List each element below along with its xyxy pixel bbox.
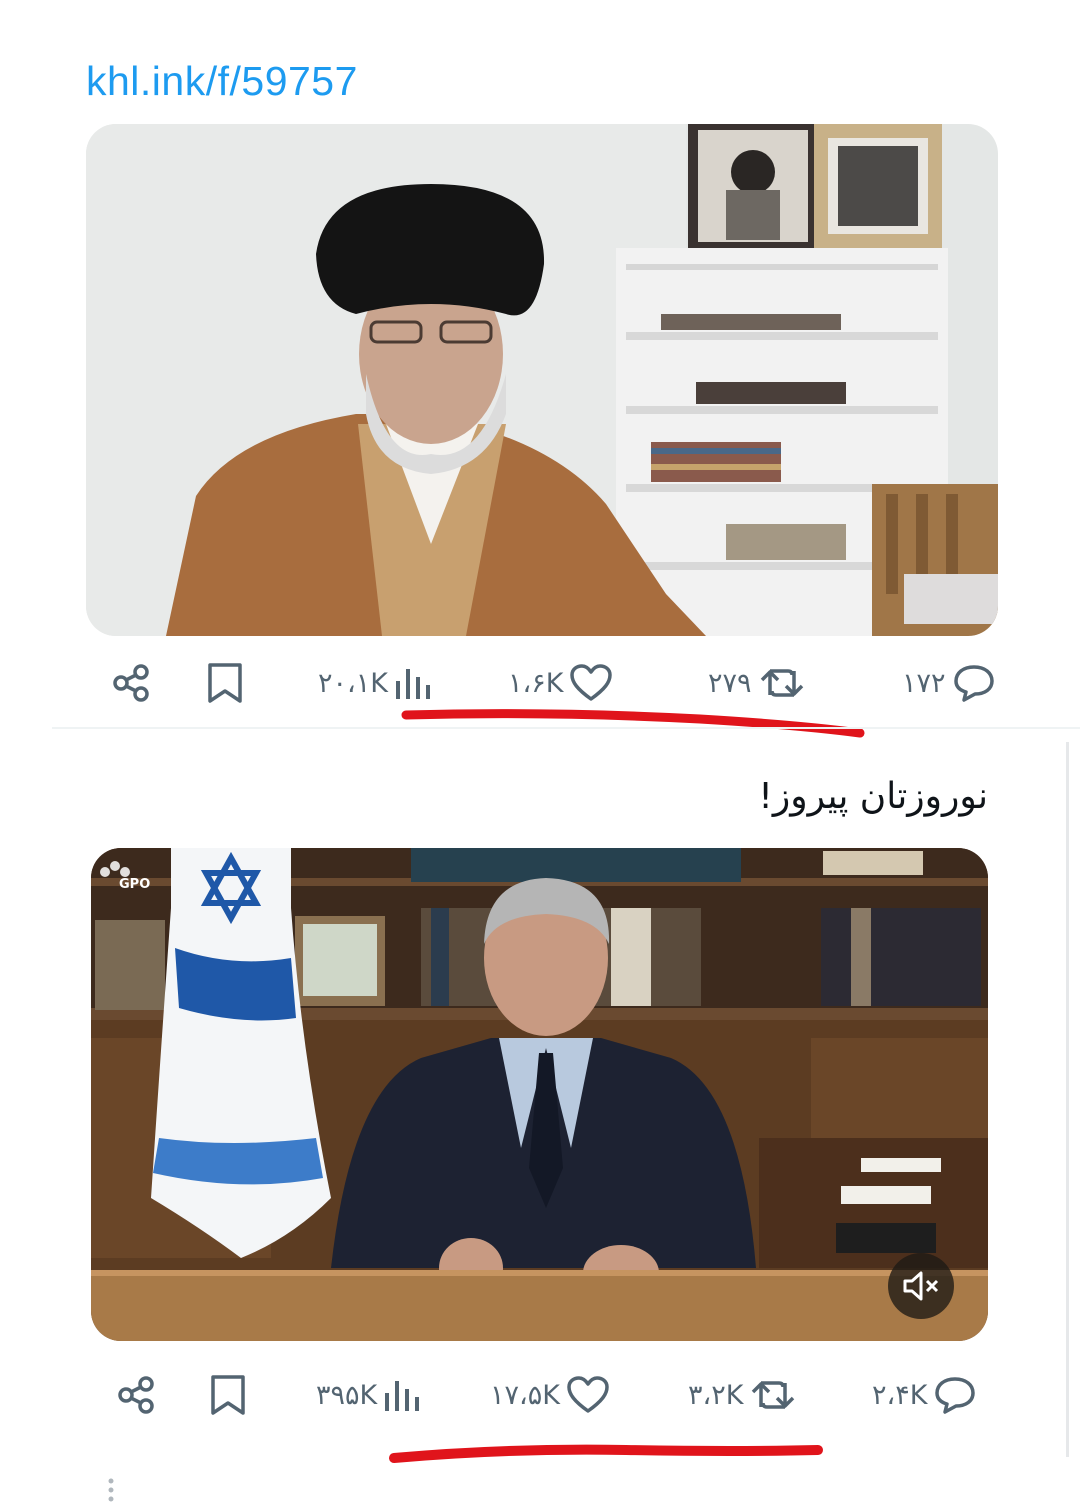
- tweet1-action-bar: ۲۰،۱K ۱،۶K ۲۷۹ ۱۷۲: [0, 658, 1080, 708]
- reply-bubble-icon: [953, 665, 994, 702]
- tweet1-reply-button[interactable]: ۱۷۲: [902, 658, 996, 708]
- tweet1-share-button[interactable]: [110, 658, 154, 708]
- tweet2-likes-count: ۱۷،۵K: [490, 1379, 560, 1411]
- tweet2-reply-button[interactable]: ۲،۴K: [872, 1370, 977, 1420]
- bookmark-icon: [211, 1375, 245, 1415]
- tweet1-like-button[interactable]: ۱،۶K: [508, 658, 613, 708]
- tweet1-bookmark-button[interactable]: [205, 658, 245, 708]
- tweet1-views-button[interactable]: ۲۰،۱K: [318, 658, 432, 708]
- bookmark-icon: [208, 663, 242, 703]
- tweet2-views-button[interactable]: ۳۹۵K: [316, 1370, 421, 1420]
- more-dots-icon: [108, 1478, 114, 1502]
- tweet1-views-count: ۲۰،۱K: [318, 667, 388, 699]
- tweet2-text: نوروزتان پیروز!: [758, 776, 988, 817]
- views-chart-icon: [385, 1381, 420, 1411]
- tweet2-replies-count: ۲،۴K: [872, 1379, 928, 1411]
- tweet2-bookmark-button[interactable]: [208, 1370, 248, 1420]
- post-link[interactable]: khl.ink/f/59757: [86, 58, 358, 105]
- tweet1-replies-count: ۱۷۲: [902, 667, 946, 699]
- tweet1-likes-count: ۱،۶K: [508, 667, 564, 699]
- tweet-divider: [52, 727, 1080, 729]
- retweet-icon: [752, 1381, 795, 1409]
- tweet2-like-button[interactable]: ۱۷،۵K: [490, 1370, 610, 1420]
- tweet1-retweets-count: ۲۷۹: [708, 667, 752, 699]
- tweet2-action-bar: ۳۹۵K ۱۷،۵K ۳،۲K ۲،۴K: [0, 1370, 1080, 1420]
- tweet2-retweet-button[interactable]: ۳،۲K: [688, 1370, 797, 1420]
- reply-bubble-icon: [935, 1377, 976, 1414]
- mute-button[interactable]: [888, 1253, 954, 1319]
- share-icon: [113, 664, 149, 702]
- annotation-underline-1: [401, 709, 865, 738]
- tweet2-retweets-count: ۳،۲K: [688, 1379, 744, 1411]
- annotation-underline-2: [389, 1444, 823, 1463]
- heart-icon: [567, 1376, 609, 1413]
- heart-icon: [570, 664, 613, 701]
- tweet2-video-illustration: GPO: [91, 848, 988, 1341]
- tweet2-views-count: ۳۹۵K: [316, 1379, 378, 1411]
- retweet-icon: [760, 669, 803, 697]
- share-icon: [118, 1376, 154, 1414]
- tweet2-share-button[interactable]: [115, 1370, 159, 1420]
- tweet1-retweet-button[interactable]: ۲۷۹: [708, 658, 806, 708]
- views-chart-icon: [395, 669, 430, 699]
- tweet1-photo-illustration: [86, 124, 998, 636]
- gpo-watermark: GPO: [119, 877, 150, 892]
- tweet2-video[interactable]: GPO: [91, 848, 988, 1341]
- muted-speaker-icon: [903, 1271, 939, 1301]
- scroll-rule: [1066, 742, 1069, 1457]
- tweet1-photo[interactable]: [86, 124, 998, 636]
